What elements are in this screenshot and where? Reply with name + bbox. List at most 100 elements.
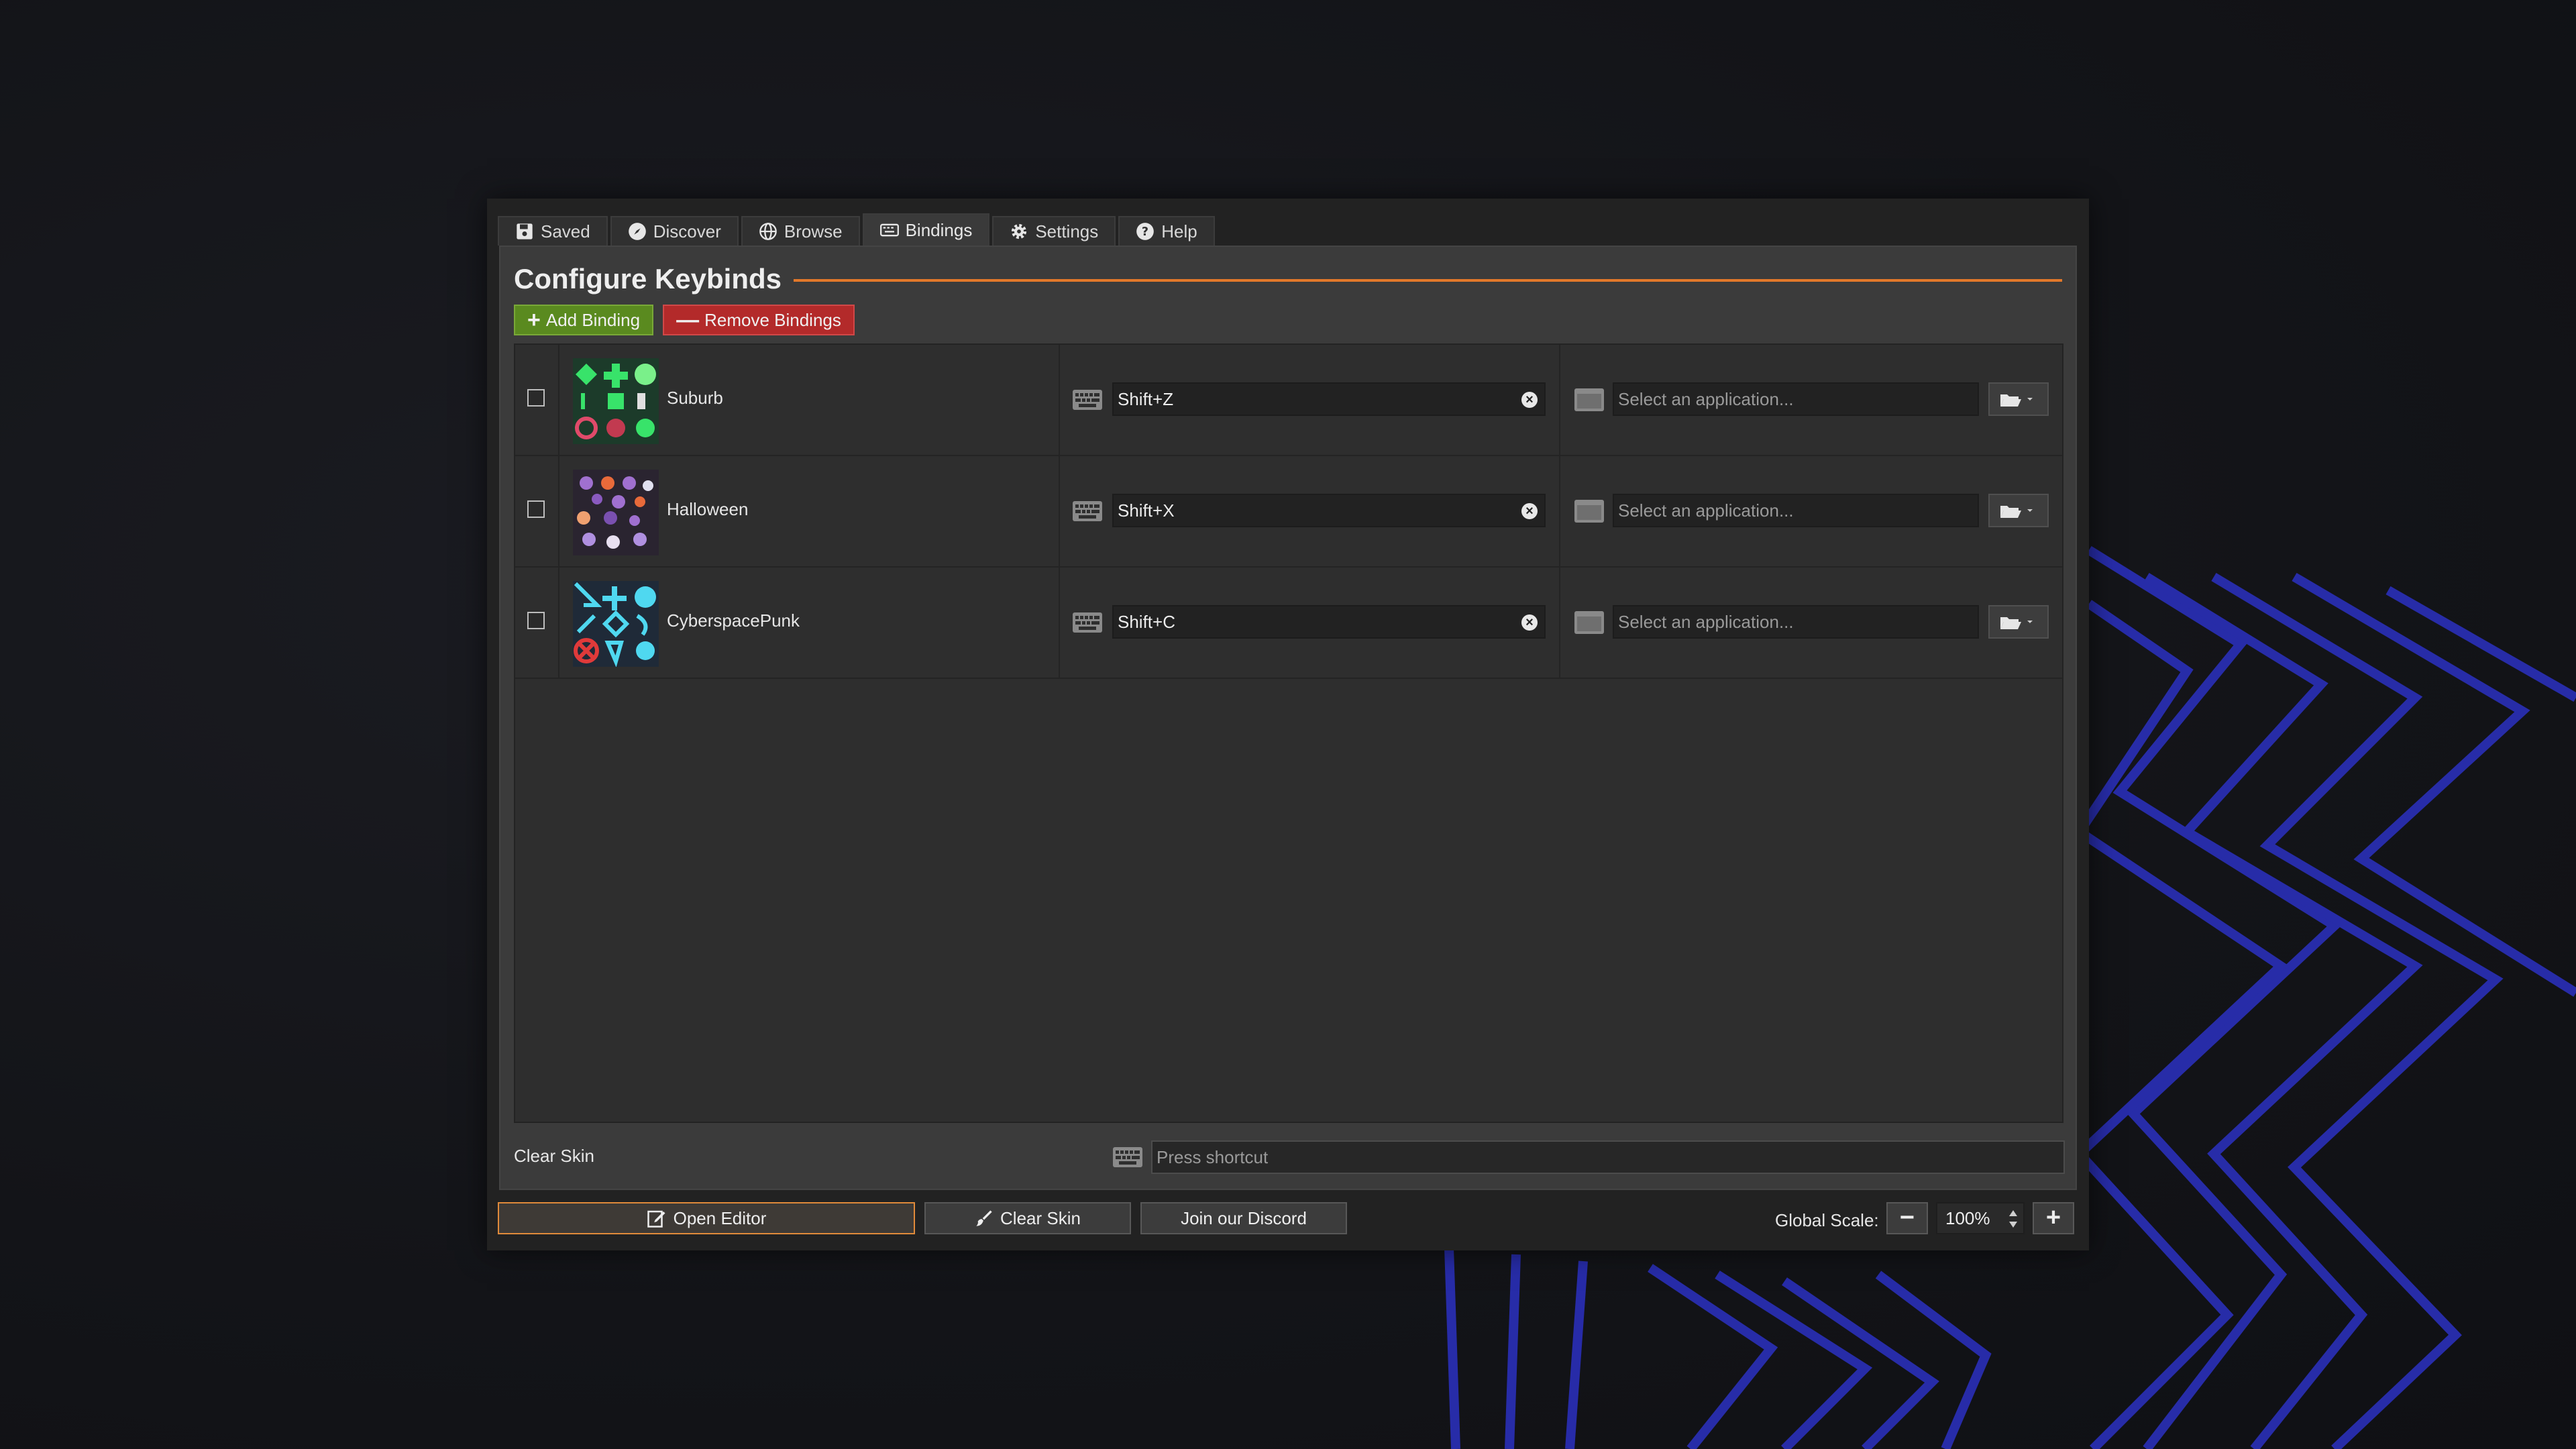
scale-increase-button[interactable]: + xyxy=(2033,1202,2074,1234)
tab-bindings[interactable]: Bindings xyxy=(862,213,990,246)
svg-text:?: ? xyxy=(1142,225,1148,239)
join-discord-button[interactable]: Join our Discord xyxy=(1140,1202,1347,1234)
keyboard-icon xyxy=(1073,501,1102,521)
global-scale-label: Global Scale: xyxy=(1775,1210,1879,1230)
application-input[interactable]: Select an application... xyxy=(1613,605,1979,639)
open-editor-button[interactable]: Open Editor xyxy=(498,1202,915,1234)
clear-skin-label: Clear Skin xyxy=(1000,1208,1081,1228)
bindings-list: Suburb Shift+Z × Select an application..… xyxy=(514,343,2063,1123)
shortcut-cell: Shift+X × xyxy=(1060,456,1560,566)
add-binding-button[interactable]: + Add Binding xyxy=(514,305,654,335)
tab-settings[interactable]: Settings xyxy=(992,216,1116,246)
browse-application-button[interactable] xyxy=(1988,605,2049,639)
tab-label: Browse xyxy=(784,221,843,241)
skin-thumbnail-icon xyxy=(573,470,659,555)
brush-icon xyxy=(976,1210,992,1226)
shortcut-cell: Shift+Z × xyxy=(1060,345,1560,455)
checkbox-cell xyxy=(515,568,559,678)
clear-shortcut-icon[interactable]: × xyxy=(1521,503,1538,519)
bindings-panel: Configure Keybinds + Add Binding — Remov… xyxy=(499,246,2077,1190)
action-bar: + Add Binding — Remove Bindings xyxy=(514,305,855,335)
clear-skin-label: Clear Skin xyxy=(514,1146,594,1166)
application-cell: Select an application... xyxy=(1560,456,2061,566)
join-discord-label: Join our Discord xyxy=(1181,1208,1307,1228)
skin-name: CyberspacePunk xyxy=(667,610,800,631)
browse-application-button[interactable] xyxy=(1988,494,2049,527)
checkbox-cell xyxy=(515,345,559,455)
keyboard-icon xyxy=(1073,612,1102,633)
browse-application-button[interactable] xyxy=(1988,382,2049,416)
page-title: Configure Keybinds xyxy=(514,263,782,294)
shortcut-value: Shift+C xyxy=(1118,612,1175,632)
application-input[interactable]: Select an application... xyxy=(1613,382,1979,416)
tab-bar: Saved Discover Browse Bindings Settings … xyxy=(498,213,1215,246)
tab-label: Help xyxy=(1161,221,1197,241)
tab-label: Bindings xyxy=(905,219,973,240)
application-cell: Select an application... xyxy=(1560,345,2061,455)
scale-value: 100% xyxy=(1945,1208,1990,1228)
tab-help[interactable]: ? Help xyxy=(1118,216,1215,246)
remove-bindings-button[interactable]: — Remove Bindings xyxy=(663,305,855,335)
skin-cell: CyberspacePunk xyxy=(559,568,1060,678)
skin-cell: Halloween xyxy=(559,456,1060,566)
application-placeholder: Select an application... xyxy=(1618,612,1794,632)
spin-arrows-icon[interactable] xyxy=(2007,1208,2019,1230)
shortcut-value: Shift+Z xyxy=(1118,389,1174,409)
skin-thumbnail-icon xyxy=(573,358,659,444)
gear-icon xyxy=(1012,223,1027,239)
application-input[interactable]: Select an application... xyxy=(1613,494,1979,527)
skin-name: Suburb xyxy=(667,388,723,408)
clear-skin-row: Clear Skin Press shortcut xyxy=(500,1132,2078,1182)
row-checkbox[interactable] xyxy=(527,612,545,629)
clear-skin-shortcut-input[interactable]: Press shortcut xyxy=(1151,1140,2065,1174)
row-checkbox[interactable] xyxy=(527,389,545,407)
clear-shortcut-icon[interactable]: × xyxy=(1521,392,1538,408)
bottom-bar: Open Editor Clear Skin Join our Discord … xyxy=(487,1198,2089,1238)
heading-divider xyxy=(794,279,2062,282)
plus-icon: + xyxy=(527,307,541,333)
shortcut-placeholder: Press shortcut xyxy=(1157,1147,1269,1167)
shortcut-cell: Shift+C × xyxy=(1060,568,1560,678)
skin-cell: Suburb xyxy=(559,345,1060,455)
folder-open-icon xyxy=(2000,394,2033,407)
open-editor-label: Open Editor xyxy=(673,1208,767,1228)
skin-name: Halloween xyxy=(667,499,749,519)
help-icon: ? xyxy=(1136,223,1155,240)
folder-open-icon xyxy=(2000,617,2033,629)
remove-bindings-label: Remove Bindings xyxy=(704,309,841,330)
tab-label: Saved xyxy=(541,221,590,241)
clear-skin-button[interactable]: Clear Skin xyxy=(924,1202,1131,1234)
tab-saved[interactable]: Saved xyxy=(498,216,608,246)
globe-icon xyxy=(759,223,777,240)
window-icon xyxy=(1574,500,1604,523)
save-icon xyxy=(517,223,533,239)
shortcut-input[interactable]: Shift+Z × xyxy=(1112,382,1546,416)
checkbox-cell xyxy=(515,456,559,566)
application-placeholder: Select an application... xyxy=(1618,500,1794,521)
keyboard-icon xyxy=(879,223,899,237)
window-icon xyxy=(1574,388,1604,411)
tab-discover[interactable]: Discover xyxy=(610,216,739,246)
shortcut-input[interactable]: Shift+C × xyxy=(1112,605,1546,639)
window-icon xyxy=(1574,611,1604,634)
minus-icon: — xyxy=(676,307,700,333)
scale-decrease-button[interactable]: − xyxy=(1886,1202,1928,1234)
skin-thumbnail-icon xyxy=(573,581,659,667)
keyboard-icon xyxy=(1113,1147,1142,1167)
application-placeholder: Select an application... xyxy=(1618,389,1794,409)
tab-label: Settings xyxy=(1035,221,1099,241)
tab-browse[interactable]: Browse xyxy=(741,216,860,246)
row-checkbox[interactable] xyxy=(527,500,545,518)
compass-icon xyxy=(628,223,646,240)
shortcut-input[interactable]: Shift+X × xyxy=(1112,494,1546,527)
edit-icon xyxy=(647,1210,665,1228)
add-binding-label: Add Binding xyxy=(545,309,641,330)
binding-row: Suburb Shift+Z × Select an application..… xyxy=(515,345,2062,456)
clear-shortcut-icon[interactable]: × xyxy=(1521,614,1538,631)
binding-row: Halloween Shift+X × Select an applicatio… xyxy=(515,456,2062,568)
keyboard-icon xyxy=(1073,390,1102,410)
scale-spinbox[interactable]: 100% xyxy=(1936,1202,2025,1234)
shortcut-value: Shift+X xyxy=(1118,500,1175,521)
application-cell: Select an application... xyxy=(1560,568,2061,678)
binding-row: CyberspacePunk Shift+C × Select an appli… xyxy=(515,568,2062,679)
